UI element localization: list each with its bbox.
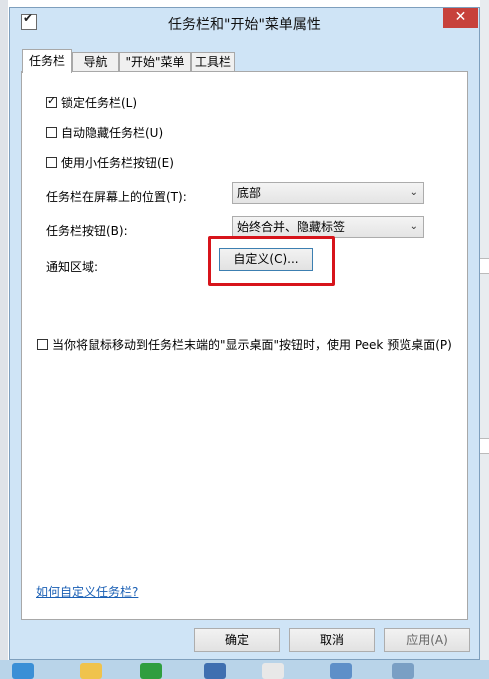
ie-icon[interactable] <box>12 663 34 679</box>
position-select[interactable]: 底部 ⌄ <box>232 182 424 204</box>
background-window-edge <box>480 438 489 454</box>
checkbox-unchecked-icon <box>37 338 48 350</box>
position-label: 任务栏在屏幕上的位置(T): <box>46 190 187 204</box>
customize-notification-button[interactable]: 自定义(C)... <box>219 248 313 271</box>
auto-hide-label: 自动隐藏任务栏(U) <box>61 125 164 140</box>
apply-button[interactable]: 应用(A) <box>384 628 470 652</box>
peek-label: 当你将鼠标移动到任务栏末端的"显示桌面"按钮时，使用 Peek 预览桌面(P) <box>52 337 452 352</box>
taskbar-properties-dialog: 任务栏和"开始"菜单属性 ✕ 任务栏 导航 "开始"菜单 工具栏 锁定任务栏(L… <box>9 7 480 660</box>
tab-start-menu[interactable]: "开始"菜单 <box>119 52 191 72</box>
ok-button[interactable]: 确定 <box>194 628 280 652</box>
app-icon[interactable] <box>330 663 352 679</box>
peek-checkbox[interactable]: 当你将鼠标移动到任务栏末端的"显示桌面"按钮时，使用 Peek 预览桌面(P) <box>37 335 452 353</box>
folder-icon[interactable] <box>80 663 102 679</box>
lock-taskbar-label: 锁定任务栏(L) <box>61 95 138 110</box>
auto-hide-checkbox[interactable]: 自动隐藏任务栏(U) <box>46 123 163 141</box>
checkbox-checked-icon <box>46 94 57 108</box>
taskbar-buttons-label: 任务栏按钮(B): <box>46 224 128 238</box>
background-window-edge <box>480 258 489 274</box>
window-title: 任务栏和"开始"菜单属性 <box>168 17 321 33</box>
checkbox-unchecked-icon <box>46 156 57 168</box>
taskbar-buttons-select-value: 始终合并、隐藏标签 <box>237 220 346 234</box>
help-link[interactable]: 如何自定义任务栏? <box>36 583 138 600</box>
tab-toolbars[interactable]: 工具栏 <box>191 52 235 72</box>
cancel-button[interactable]: 取消 <box>289 628 375 652</box>
app-icon[interactable] <box>392 663 414 679</box>
tab-navigation[interactable]: 导航 <box>72 52 119 72</box>
windows-taskbar <box>0 660 489 679</box>
chevron-down-icon: ⌄ <box>409 187 418 198</box>
checkbox-unchecked-icon <box>46 126 57 138</box>
tab-taskbar[interactable]: 任务栏 <box>22 49 72 73</box>
small-buttons-checkbox[interactable]: 使用小任务栏按钮(E) <box>46 153 174 171</box>
taskbar-buttons-select[interactable]: 始终合并、隐藏标签 ⌄ <box>232 216 424 238</box>
close-button[interactable]: ✕ <box>443 8 478 28</box>
app-icon[interactable] <box>262 663 284 679</box>
chevron-down-icon: ⌄ <box>409 221 418 232</box>
app-icon[interactable] <box>204 663 226 679</box>
lock-taskbar-checkbox[interactable]: 锁定任务栏(L) <box>46 93 137 111</box>
small-buttons-label: 使用小任务栏按钮(E) <box>61 155 174 170</box>
notification-area-label: 通知区域: <box>46 260 99 274</box>
desktop-background-right <box>480 0 489 679</box>
app-icon[interactable] <box>140 663 162 679</box>
desktop-background-left <box>0 0 8 679</box>
position-select-value: 底部 <box>237 186 262 200</box>
title-bar: 任务栏和"开始"菜单属性 ✕ <box>10 8 479 38</box>
